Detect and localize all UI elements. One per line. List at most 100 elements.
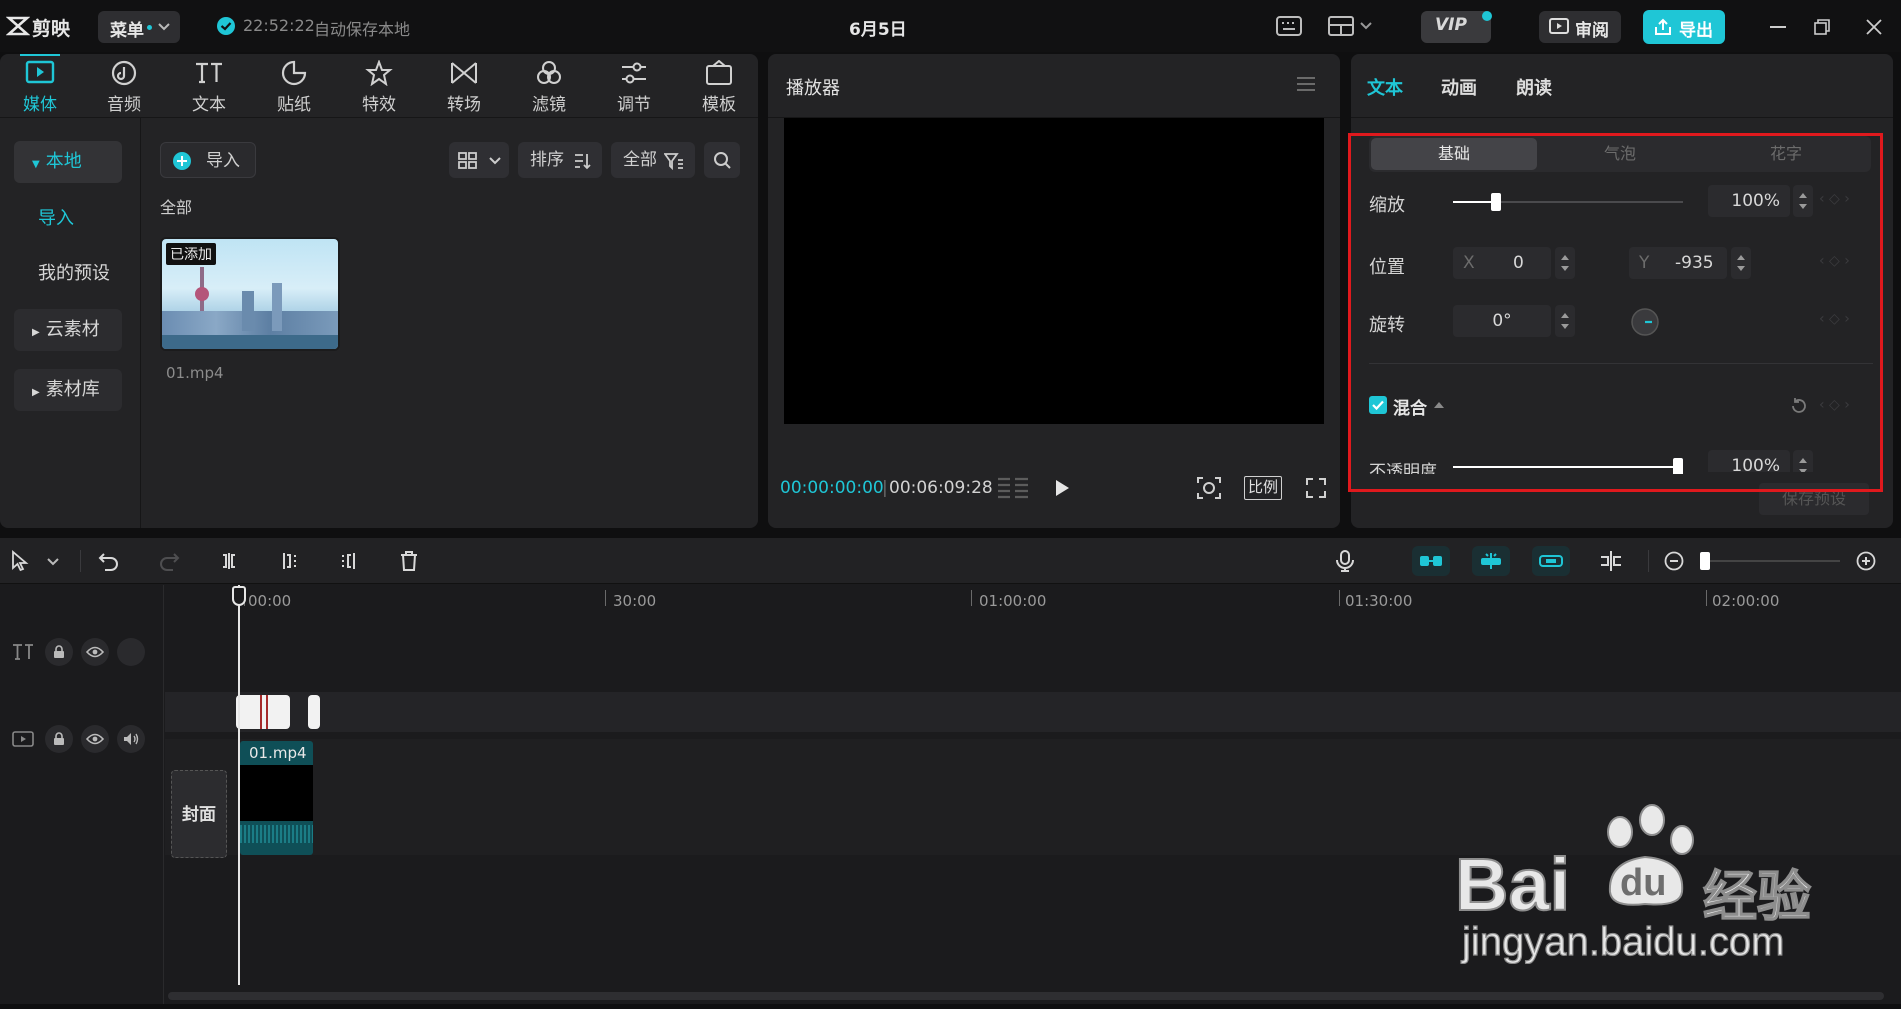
- redo-icon[interactable]: [158, 550, 180, 572]
- main-track-magnet-button[interactable]: [1412, 546, 1450, 576]
- microphone-icon[interactable]: [1334, 549, 1356, 573]
- close-icon[interactable]: [1866, 19, 1882, 35]
- playhead-handle[interactable]: [232, 586, 246, 606]
- filter-icon: [537, 61, 561, 84]
- template-icon: [706, 60, 732, 85]
- building-shape: [242, 291, 254, 331]
- filter-funnel-icon: [664, 153, 683, 170]
- timecode-grid-icon[interactable]: [996, 476, 1030, 500]
- trim-right-icon[interactable]: [338, 550, 360, 572]
- tool-audio[interactable]: 音频: [84, 60, 164, 115]
- current-time: 00:00:00:00: [780, 478, 884, 498]
- zoom-slider[interactable]: [1700, 552, 1840, 570]
- chevron-down-icon[interactable]: [47, 558, 59, 566]
- tool-adjust[interactable]: 调节: [594, 60, 674, 115]
- tool-template[interactable]: 模板: [679, 60, 759, 115]
- filter-label: 全部: [623, 150, 657, 170]
- trim-left-icon[interactable]: [278, 550, 300, 572]
- fit-screen-icon[interactable]: [1196, 476, 1222, 500]
- sidebar-item-presets[interactable]: 我的预设: [14, 253, 122, 295]
- restore-icon[interactable]: [1814, 19, 1830, 35]
- layout-icon[interactable]: [1328, 16, 1354, 36]
- baidu-watermark: Bai du 经验 jingyan.baidu.com: [1454, 802, 1895, 972]
- search-icon: [714, 152, 731, 169]
- layout-chevron-icon[interactable]: [1360, 22, 1372, 30]
- lock-track-button[interactable]: [45, 638, 73, 666]
- undo-icon[interactable]: [98, 550, 120, 572]
- river-shape: [162, 335, 338, 349]
- text-icon: [196, 62, 222, 84]
- sidebar-item-local[interactable]: ▼ 本地: [14, 141, 122, 183]
- auto-snap-button[interactable]: [1472, 546, 1510, 576]
- preview-axis-icon[interactable]: [1598, 550, 1624, 572]
- tool-media[interactable]: 媒体: [0, 54, 80, 115]
- zoom-slider-knob[interactable]: [1700, 552, 1710, 570]
- import-label: 导入: [206, 151, 240, 171]
- toolbar-separator: [1648, 550, 1649, 572]
- time-separator: |: [882, 478, 888, 498]
- search-button[interactable]: [704, 142, 740, 178]
- clip-label: 01.mp4: [249, 744, 307, 762]
- tab-read-aloud[interactable]: 朗读: [1516, 74, 1552, 100]
- sort-label: 排序: [530, 150, 564, 170]
- tool-sticker[interactable]: 贴纸: [254, 60, 334, 115]
- tab-animation[interactable]: 动画: [1441, 74, 1477, 100]
- hide-track-button[interactable]: [81, 725, 109, 753]
- ratio-button[interactable]: 比例: [1244, 476, 1282, 500]
- app-name: 剪映: [32, 18, 71, 40]
- view-mode-button[interactable]: [449, 142, 509, 178]
- cover-button[interactable]: 封面: [171, 770, 227, 858]
- timeline-toolbar: [0, 538, 1901, 584]
- sidebar-item-import[interactable]: 导入: [14, 198, 122, 240]
- speaker-icon: [124, 733, 139, 745]
- review-button[interactable]: 审阅: [1539, 11, 1621, 43]
- watermark-brand: Bai: [1454, 842, 1571, 927]
- vip-button[interactable]: VIP: [1421, 11, 1491, 43]
- link-icon: [1539, 555, 1563, 567]
- ruler-label: 01:30:00: [1345, 592, 1413, 610]
- zoom-out-icon[interactable]: [1664, 551, 1684, 571]
- mute-track-button[interactable]: [117, 725, 145, 753]
- zoom-in-icon[interactable]: [1856, 551, 1876, 571]
- minimize-icon[interactable]: [1770, 26, 1786, 28]
- caret-right-icon: ▶: [32, 327, 40, 338]
- import-button[interactable]: 导入: [160, 142, 256, 178]
- sidebar-item-cloud[interactable]: ▶ 云素材: [14, 309, 122, 351]
- media-toolbar: 媒体 音频 文本 贴纸 特效 转场 滤镜 调节 模板: [0, 54, 758, 118]
- text-clip[interactable]: [308, 695, 320, 729]
- tool-filter[interactable]: 滤镜: [509, 60, 589, 115]
- delete-icon[interactable]: [398, 550, 420, 572]
- video-clip[interactable]: 01.mp4: [240, 741, 313, 855]
- track-headers: [0, 585, 164, 1004]
- track-extra-button[interactable]: [117, 638, 145, 666]
- tool-transition[interactable]: 转场: [424, 60, 504, 115]
- clip-thumbnail: [240, 765, 313, 821]
- hide-track-button[interactable]: [81, 638, 109, 666]
- timeline-scrollbar[interactable]: [168, 992, 1884, 1000]
- split-icon[interactable]: [218, 550, 240, 572]
- playhead[interactable]: [238, 585, 240, 985]
- sort-button[interactable]: 排序: [518, 142, 602, 178]
- menu-button[interactable]: 菜单: [98, 11, 180, 43]
- play-icon[interactable]: [1053, 478, 1071, 498]
- media-thumbnail[interactable]: 已添加: [160, 237, 340, 351]
- text-clip[interactable]: [236, 695, 290, 729]
- video-preview[interactable]: [784, 118, 1324, 424]
- player-menu-icon[interactable]: [1296, 76, 1316, 92]
- transition-icon: [451, 62, 477, 84]
- select-cursor-icon[interactable]: [10, 550, 32, 572]
- tool-effects[interactable]: 特效: [339, 60, 419, 115]
- highlight-box: [1348, 133, 1883, 492]
- lock-track-button[interactable]: [45, 725, 73, 753]
- tool-label: 调节: [617, 95, 651, 115]
- linkage-button[interactable]: [1532, 546, 1570, 576]
- sidebar-item-library[interactable]: ▶ 素材库: [14, 369, 122, 411]
- review-icon: [1549, 18, 1569, 34]
- filter-button[interactable]: 全部: [611, 142, 695, 178]
- tool-text[interactable]: 文本: [169, 60, 249, 115]
- export-button[interactable]: 导出: [1643, 10, 1725, 44]
- shortcut-keyboard-icon[interactable]: [1276, 16, 1302, 36]
- tool-label: 贴纸: [277, 95, 311, 115]
- fullscreen-icon[interactable]: [1305, 477, 1327, 499]
- tab-text[interactable]: 文本: [1367, 74, 1403, 100]
